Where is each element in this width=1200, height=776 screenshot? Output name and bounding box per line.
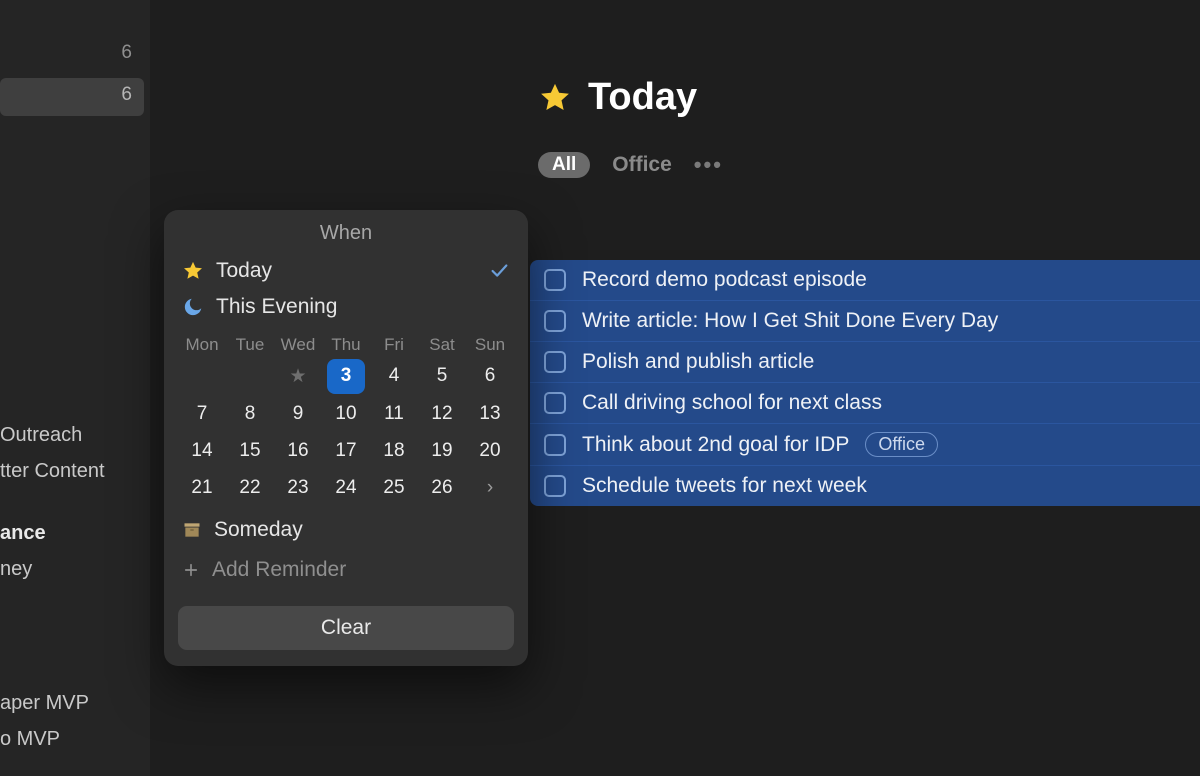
page-title: Today <box>588 76 697 119</box>
sidebar-item[interactable]: tter Content <box>0 460 105 483</box>
calendar-day[interactable]: 15 <box>226 434 274 468</box>
task-title: Write article: How I Get Shit Done Every… <box>582 309 998 333</box>
when-evening-label: This Evening <box>216 295 337 319</box>
task-row[interactable]: Think about 2nd goal for IDP Office <box>530 424 1200 466</box>
filter-bar: All Office ••• <box>538 152 723 178</box>
calendar-weekday: Mon <box>178 335 226 355</box>
when-clear-button[interactable]: Clear <box>178 606 514 650</box>
calendar-day[interactable]: 13 <box>466 397 514 431</box>
calendar-row: ..★3456 <box>178 359 514 394</box>
calendar-day[interactable]: 7 <box>178 397 226 431</box>
calendar-day[interactable]: 19 <box>418 434 466 468</box>
when-today-label: Today <box>216 259 272 283</box>
task-title: Polish and publish article <box>582 350 814 374</box>
calendar-day[interactable]: 18 <box>370 434 418 468</box>
calendar-day[interactable]: 17 <box>322 434 370 468</box>
calendar-day[interactable]: 23 <box>274 471 322 505</box>
calendar-row: 78910111213 <box>178 397 514 431</box>
calendar-day[interactable]: 24 <box>322 471 370 505</box>
task-tag[interactable]: Office <box>865 432 938 457</box>
sidebar-heading: ance <box>0 522 46 545</box>
archive-icon <box>182 520 202 540</box>
filter-more-icon[interactable]: ••• <box>694 152 723 178</box>
calendar-empty: . <box>226 359 274 394</box>
calendar-day[interactable]: 3 <box>327 359 365 394</box>
calendar-day[interactable]: 10 <box>322 397 370 431</box>
calendar-day[interactable]: 25 <box>370 471 418 505</box>
task-title: Think about 2nd goal for IDP <box>582 433 849 457</box>
calendar-today-star-icon[interactable]: ★ <box>274 359 322 394</box>
when-evening-row[interactable]: This Evening <box>164 289 528 325</box>
sidebar-item[interactable]: Outreach <box>0 424 82 447</box>
sidebar-item[interactable]: ney <box>0 558 32 581</box>
page-title-row: Today <box>538 76 697 119</box>
plus-icon <box>182 561 200 579</box>
task-title: Call driving school for next class <box>582 391 882 415</box>
task-checkbox[interactable] <box>544 269 566 291</box>
sidebar: 6 6 Outreach tter Content ance ney aper … <box>0 0 150 776</box>
calendar-row: 212223242526› <box>178 471 514 505</box>
task-title: Schedule tweets for next week <box>582 474 867 498</box>
calendar-row: 14151617181920 <box>178 434 514 468</box>
task-row[interactable]: Record demo podcast episode <box>530 260 1200 301</box>
when-popover: When Today This Evening MonTueWedThuFriS… <box>164 210 528 666</box>
calendar-next-icon[interactable]: › <box>466 471 514 505</box>
filter-all[interactable]: All <box>538 152 590 178</box>
task-row[interactable]: Polish and publish article <box>530 342 1200 383</box>
calendar-day[interactable]: 9 <box>274 397 322 431</box>
calendar-day[interactable]: 20 <box>466 434 514 468</box>
calendar-day[interactable]: 4 <box>370 359 418 394</box>
when-add-reminder-row[interactable]: Add Reminder <box>164 550 528 590</box>
when-someday-row[interactable]: Someday <box>164 510 528 550</box>
calendar-weekday: Sat <box>418 335 466 355</box>
calendar-day[interactable]: 6 <box>466 359 514 394</box>
sidebar-count: 6 <box>121 42 132 64</box>
task-row[interactable]: Write article: How I Get Shit Done Every… <box>530 301 1200 342</box>
calendar-day[interactable]: 14 <box>178 434 226 468</box>
calendar-weekday: Thu <box>322 335 370 355</box>
calendar-day[interactable]: 12 <box>418 397 466 431</box>
calendar-day[interactable]: 5 <box>418 359 466 394</box>
star-icon <box>182 260 204 282</box>
task-checkbox[interactable] <box>544 310 566 332</box>
calendar-weekday: Tue <box>226 335 274 355</box>
calendar-day[interactable]: 22 <box>226 471 274 505</box>
calendar-weekday: Sun <box>466 335 514 355</box>
calendar-day[interactable]: 16 <box>274 434 322 468</box>
calendar: MonTueWedThuFriSatSun ..★345678910111213… <box>164 325 528 510</box>
task-checkbox[interactable] <box>544 434 566 456</box>
task-checkbox[interactable] <box>544 392 566 414</box>
filter-office[interactable]: Office <box>612 153 672 177</box>
popover-title: When <box>164 222 528 245</box>
when-today-row[interactable]: Today <box>164 253 528 289</box>
sidebar-item[interactable]: o MVP <box>0 728 60 751</box>
calendar-day[interactable]: 26 <box>418 471 466 505</box>
sidebar-item[interactable]: aper MVP <box>0 692 89 715</box>
calendar-weekday-row: MonTueWedThuFriSatSun <box>178 335 514 355</box>
task-title: Record demo podcast episode <box>582 268 867 292</box>
calendar-weekday: Fri <box>370 335 418 355</box>
star-icon <box>538 81 572 115</box>
check-icon <box>488 260 510 282</box>
task-checkbox[interactable] <box>544 475 566 497</box>
calendar-day[interactable]: 8 <box>226 397 274 431</box>
task-row[interactable]: Call driving school for next class <box>530 383 1200 424</box>
when-add-reminder-label: Add Reminder <box>212 558 346 582</box>
calendar-weekday: Wed <box>274 335 322 355</box>
calendar-day[interactable]: 21 <box>178 471 226 505</box>
when-someday-label: Someday <box>214 518 303 542</box>
moon-icon <box>182 296 204 318</box>
task-row[interactable]: Schedule tweets for next week <box>530 466 1200 506</box>
task-list: Record demo podcast episode Write article… <box>530 260 1200 506</box>
calendar-empty: . <box>178 359 226 394</box>
calendar-day[interactable]: 11 <box>370 397 418 431</box>
sidebar-count-selected: 6 <box>121 84 132 106</box>
task-checkbox[interactable] <box>544 351 566 373</box>
